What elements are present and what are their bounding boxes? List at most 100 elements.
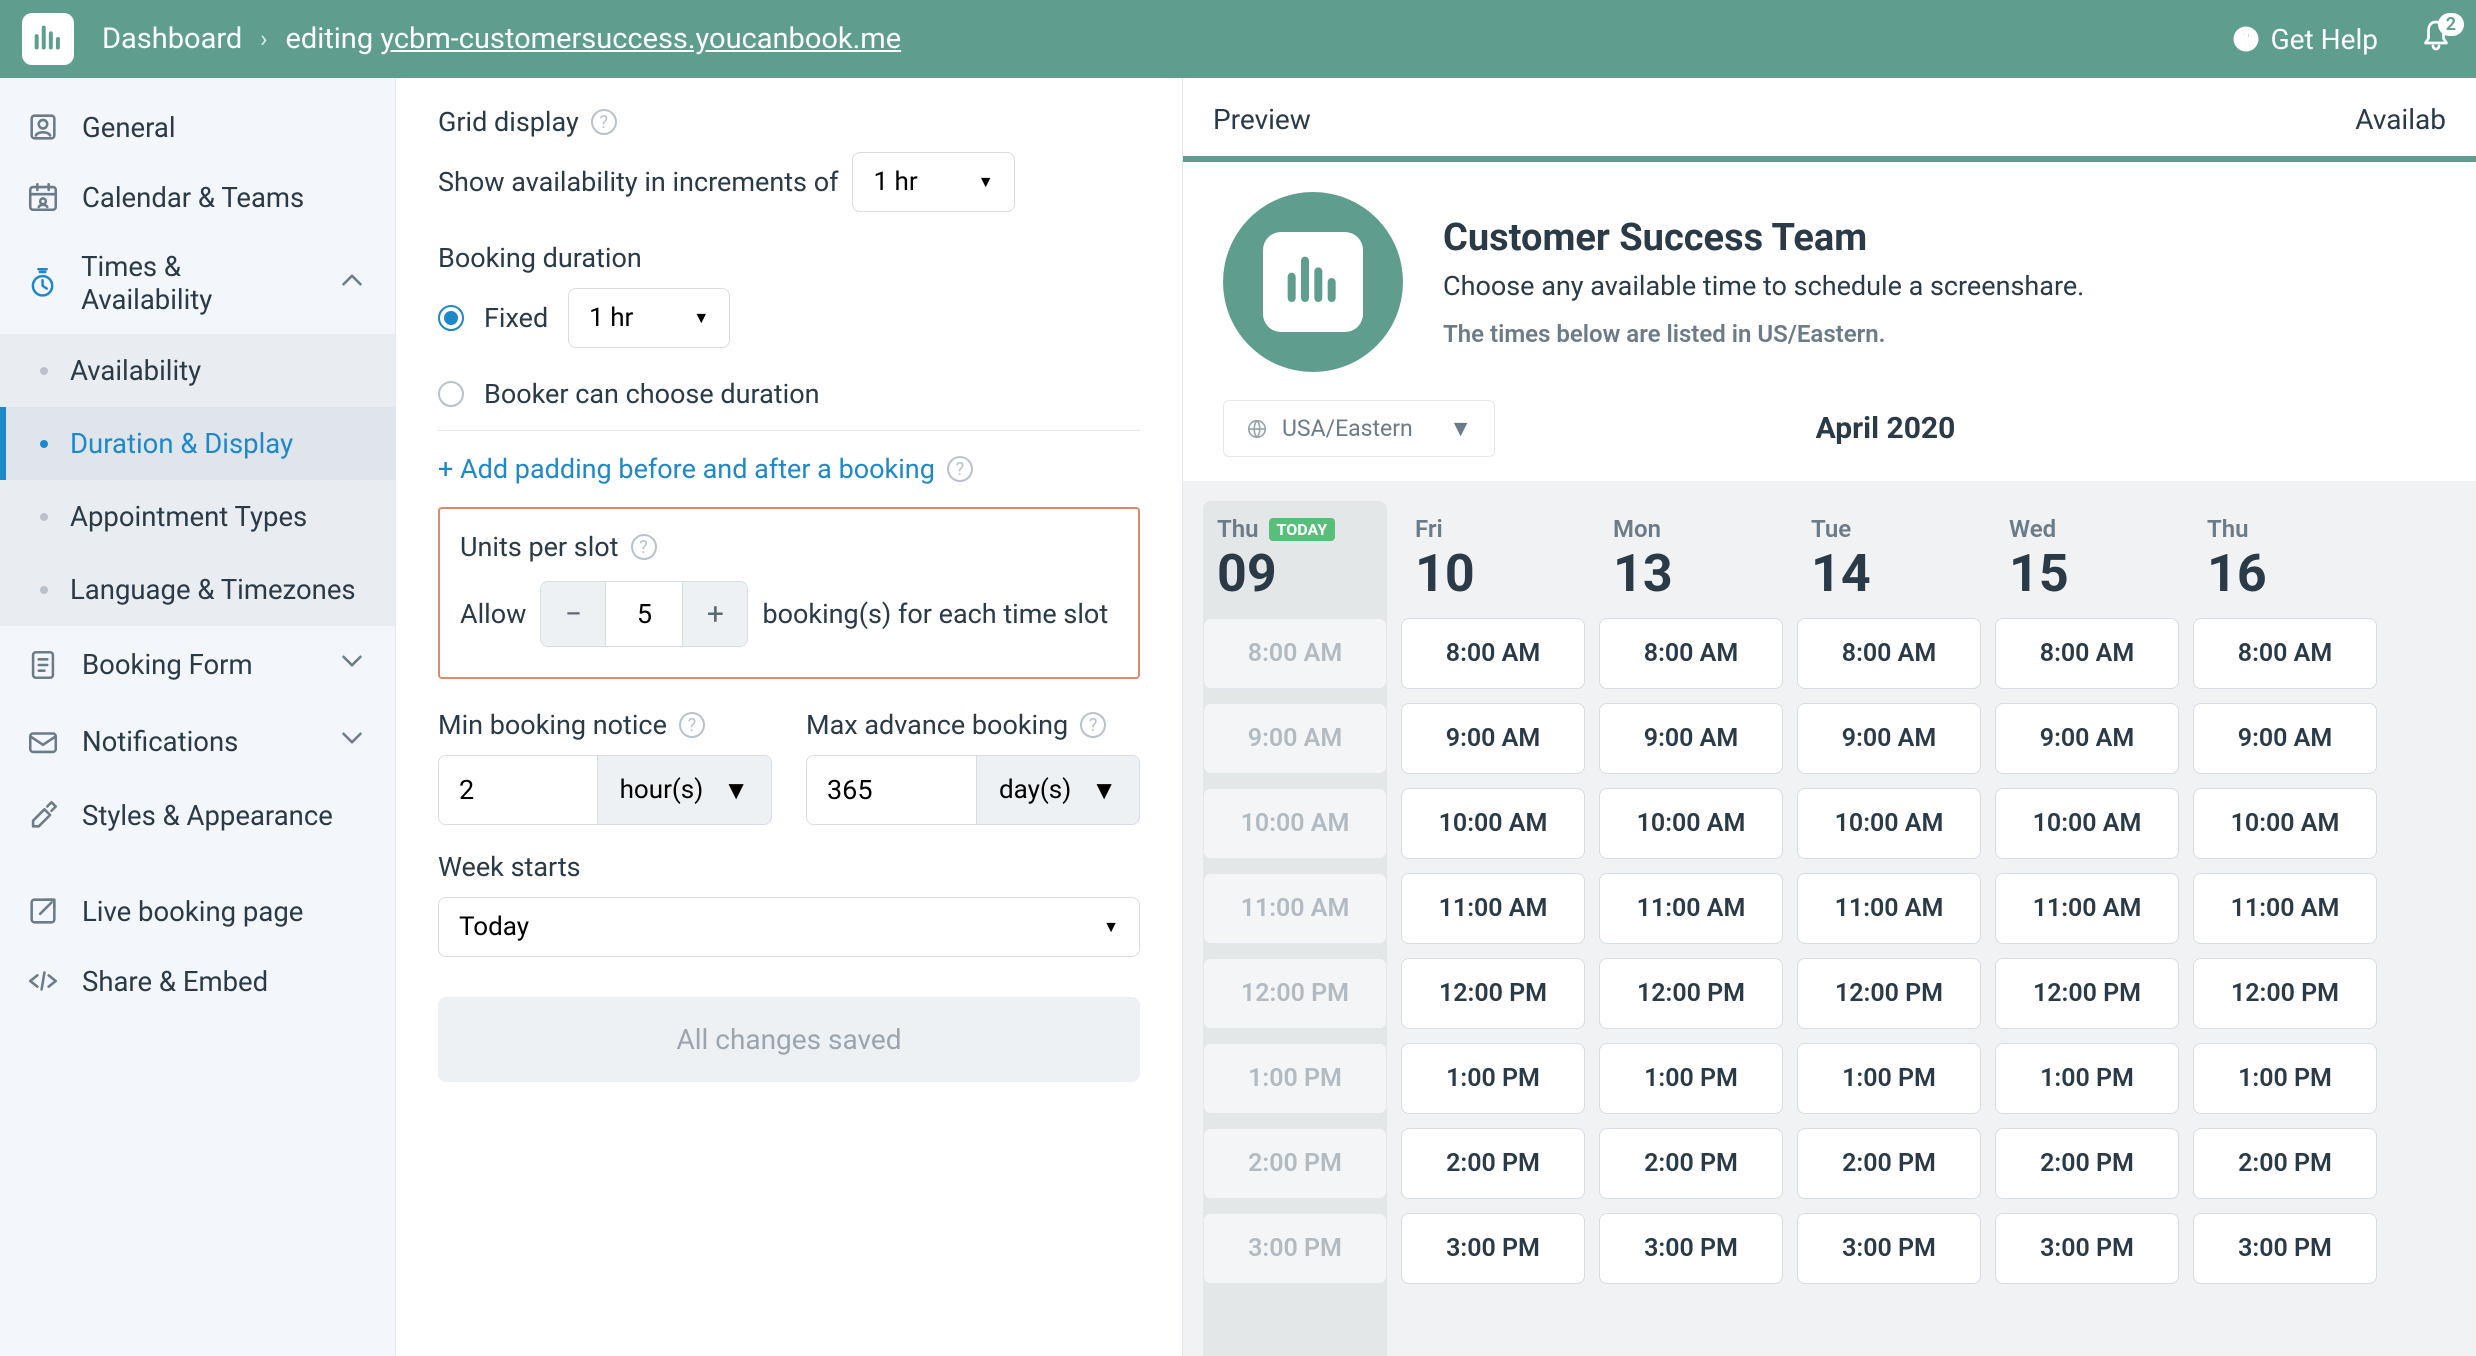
time-slot[interactable]: 2:00 PM <box>2193 1128 2377 1199</box>
fixed-duration-select[interactable]: 1 hr ▼ <box>568 288 730 348</box>
notifications-count-badge: 2 <box>2438 13 2464 36</box>
radio-booker-choose[interactable] <box>438 381 464 407</box>
day-column: Fri108:00 AM9:00 AM10:00 AM11:00 AM12:00… <box>1401 501 1585 1356</box>
dot-icon <box>40 440 48 448</box>
time-slot[interactable]: 1:00 PM <box>1995 1043 2179 1114</box>
time-slot[interactable]: 12:00 PM <box>1401 958 1585 1029</box>
time-slot[interactable]: 10:00 AM <box>1401 788 1585 859</box>
sidebar-item-live-booking[interactable]: Live booking page <box>0 876 395 946</box>
sidebar-item-booking-form[interactable]: Booking Form <box>0 626 395 703</box>
time-slot[interactable]: 10:00 AM <box>1797 788 1981 859</box>
day-number: 10 <box>1415 543 1585 604</box>
tab-preview[interactable]: Preview <box>1213 83 1311 156</box>
max-advance-input[interactable] <box>807 756 976 824</box>
increment-select[interactable]: 1 hr ▼ <box>852 152 1014 212</box>
add-padding-link[interactable]: + Add padding before and after a booking… <box>438 453 973 485</box>
time-slot[interactable]: 10:00 AM <box>2193 788 2377 859</box>
help-icon[interactable]: ? <box>631 534 657 560</box>
sidebar-sub-language-timezones[interactable]: Language & Timezones <box>0 553 395 626</box>
time-slot[interactable]: 8:00 AM <box>1401 618 1585 689</box>
sidebar-item-times-availability[interactable]: Times & Availability <box>0 232 395 334</box>
sidebar-item-share-embed[interactable]: Share & Embed <box>0 946 395 1016</box>
time-slot[interactable]: 10:00 AM <box>1995 788 2179 859</box>
min-notice-unit-select[interactable]: hour(s) ▼ <box>597 756 771 824</box>
time-slot[interactable]: 9:00 AM <box>1401 703 1585 774</box>
time-slot[interactable]: 1:00 PM <box>2193 1043 2377 1114</box>
time-slot[interactable]: 1:00 PM <box>1599 1043 1783 1114</box>
time-slot[interactable]: 11:00 AM <box>1797 873 1981 944</box>
divider <box>438 430 1140 431</box>
time-slot[interactable]: 8:00 AM <box>1599 618 1783 689</box>
time-slot[interactable]: 8:00 AM <box>1797 618 1981 689</box>
breadcrumb-url[interactable]: ycbm-customersuccess.youcanbook.me <box>380 22 901 56</box>
dot-icon <box>40 513 48 521</box>
stepper-decrement[interactable]: − <box>541 582 605 646</box>
time-slot[interactable]: 10:00 AM <box>1599 788 1783 859</box>
sidebar-item-label: Calendar & Teams <box>82 181 304 214</box>
chevron-down-icon <box>335 644 369 685</box>
week-starts-select[interactable]: Today ▼ <box>438 897 1140 957</box>
time-slot[interactable]: 3:00 PM <box>1401 1213 1585 1284</box>
breadcrumb-editing: editing ycbm-customersuccess.youcanbook.… <box>285 22 901 56</box>
time-slot: 1:00 PM <box>1203 1043 1387 1114</box>
help-icon[interactable]: ? <box>679 712 705 738</box>
sidebar-submenu-times: Availability Duration & Display Appointm… <box>0 334 395 626</box>
sidebar-sub-availability[interactable]: Availability <box>0 334 395 407</box>
preview-title: Customer Success Team <box>1443 216 2084 260</box>
time-slot[interactable]: 1:00 PM <box>1401 1043 1585 1114</box>
time-slot[interactable]: 2:00 PM <box>1401 1128 1585 1199</box>
time-slot: 10:00 AM <box>1203 788 1387 859</box>
help-icon[interactable]: ? <box>947 456 973 482</box>
preview-header: Customer Success Team Choose any availab… <box>1183 162 2476 390</box>
time-slot[interactable]: 12:00 PM <box>1797 958 1981 1029</box>
tab-availability[interactable]: Availab <box>2355 83 2446 156</box>
preview-panel: Preview Availab Customer Success Team Ch… <box>1182 78 2476 1356</box>
radio-fixed[interactable] <box>438 305 464 331</box>
notifications-bell[interactable]: 2 <box>2418 19 2454 59</box>
help-icon[interactable]: ? <box>1080 712 1106 738</box>
time-slot[interactable]: 3:00 PM <box>1995 1213 2179 1284</box>
time-slot[interactable]: 9:00 AM <box>1995 703 2179 774</box>
units-input[interactable] <box>605 582 683 646</box>
breadcrumb-dashboard[interactable]: Dashboard <box>102 22 242 56</box>
time-slot[interactable]: 1:00 PM <box>1797 1043 1981 1114</box>
time-slot[interactable]: 9:00 AM <box>1599 703 1783 774</box>
time-slot[interactable]: 2:00 PM <box>1599 1128 1783 1199</box>
day-header: Tue14 <box>1797 501 1981 618</box>
time-slot[interactable]: 11:00 AM <box>1995 873 2179 944</box>
day-number: 09 <box>1217 543 1387 604</box>
caret-down-icon: ▼ <box>1091 775 1117 806</box>
time-slot[interactable]: 9:00 AM <box>2193 703 2377 774</box>
chevron-up-icon <box>335 263 369 304</box>
min-notice-input[interactable] <box>439 756 597 824</box>
sidebar-item-calendar-teams[interactable]: Calendar & Teams <box>0 162 395 232</box>
time-slot[interactable]: 3:00 PM <box>1599 1213 1783 1284</box>
max-advance-unit-select[interactable]: day(s) ▼ <box>976 756 1139 824</box>
time-slot[interactable]: 3:00 PM <box>2193 1213 2377 1284</box>
sidebar-item-general[interactable]: General <box>0 92 395 162</box>
stepper-increment[interactable]: + <box>683 582 747 646</box>
time-slot[interactable]: 11:00 AM <box>1599 873 1783 944</box>
time-slot[interactable]: 9:00 AM <box>1797 703 1981 774</box>
time-slot[interactable]: 8:00 AM <box>2193 618 2377 689</box>
time-slot[interactable]: 2:00 PM <box>1797 1128 1981 1199</box>
time-slot[interactable]: 12:00 PM <box>2193 958 2377 1029</box>
time-slot: 11:00 AM <box>1203 873 1387 944</box>
caret-down-icon: ▼ <box>1103 917 1119 937</box>
sidebar-item-notifications[interactable]: Notifications <box>0 703 395 780</box>
sidebar-sub-duration-display[interactable]: Duration & Display <box>0 407 395 480</box>
time-slot[interactable]: 12:00 PM <box>1995 958 2179 1029</box>
app-logo[interactable] <box>22 13 74 65</box>
day-header: Thu16 <box>2193 501 2377 618</box>
time-slot[interactable]: 8:00 AM <box>1995 618 2179 689</box>
get-help-button[interactable]: ? Get Help <box>2231 23 2378 56</box>
sidebar-sub-appointment-types[interactable]: Appointment Types <box>0 480 395 553</box>
time-slot[interactable]: 11:00 AM <box>2193 873 2377 944</box>
sidebar-item-styles-appearance[interactable]: Styles & Appearance <box>0 780 395 850</box>
time-slot[interactable]: 3:00 PM <box>1797 1213 1981 1284</box>
grid-display-label: Grid display ? <box>438 106 1140 138</box>
time-slot[interactable]: 2:00 PM <box>1995 1128 2179 1199</box>
help-icon[interactable]: ? <box>591 109 617 135</box>
time-slot[interactable]: 12:00 PM <box>1599 958 1783 1029</box>
time-slot[interactable]: 11:00 AM <box>1401 873 1585 944</box>
